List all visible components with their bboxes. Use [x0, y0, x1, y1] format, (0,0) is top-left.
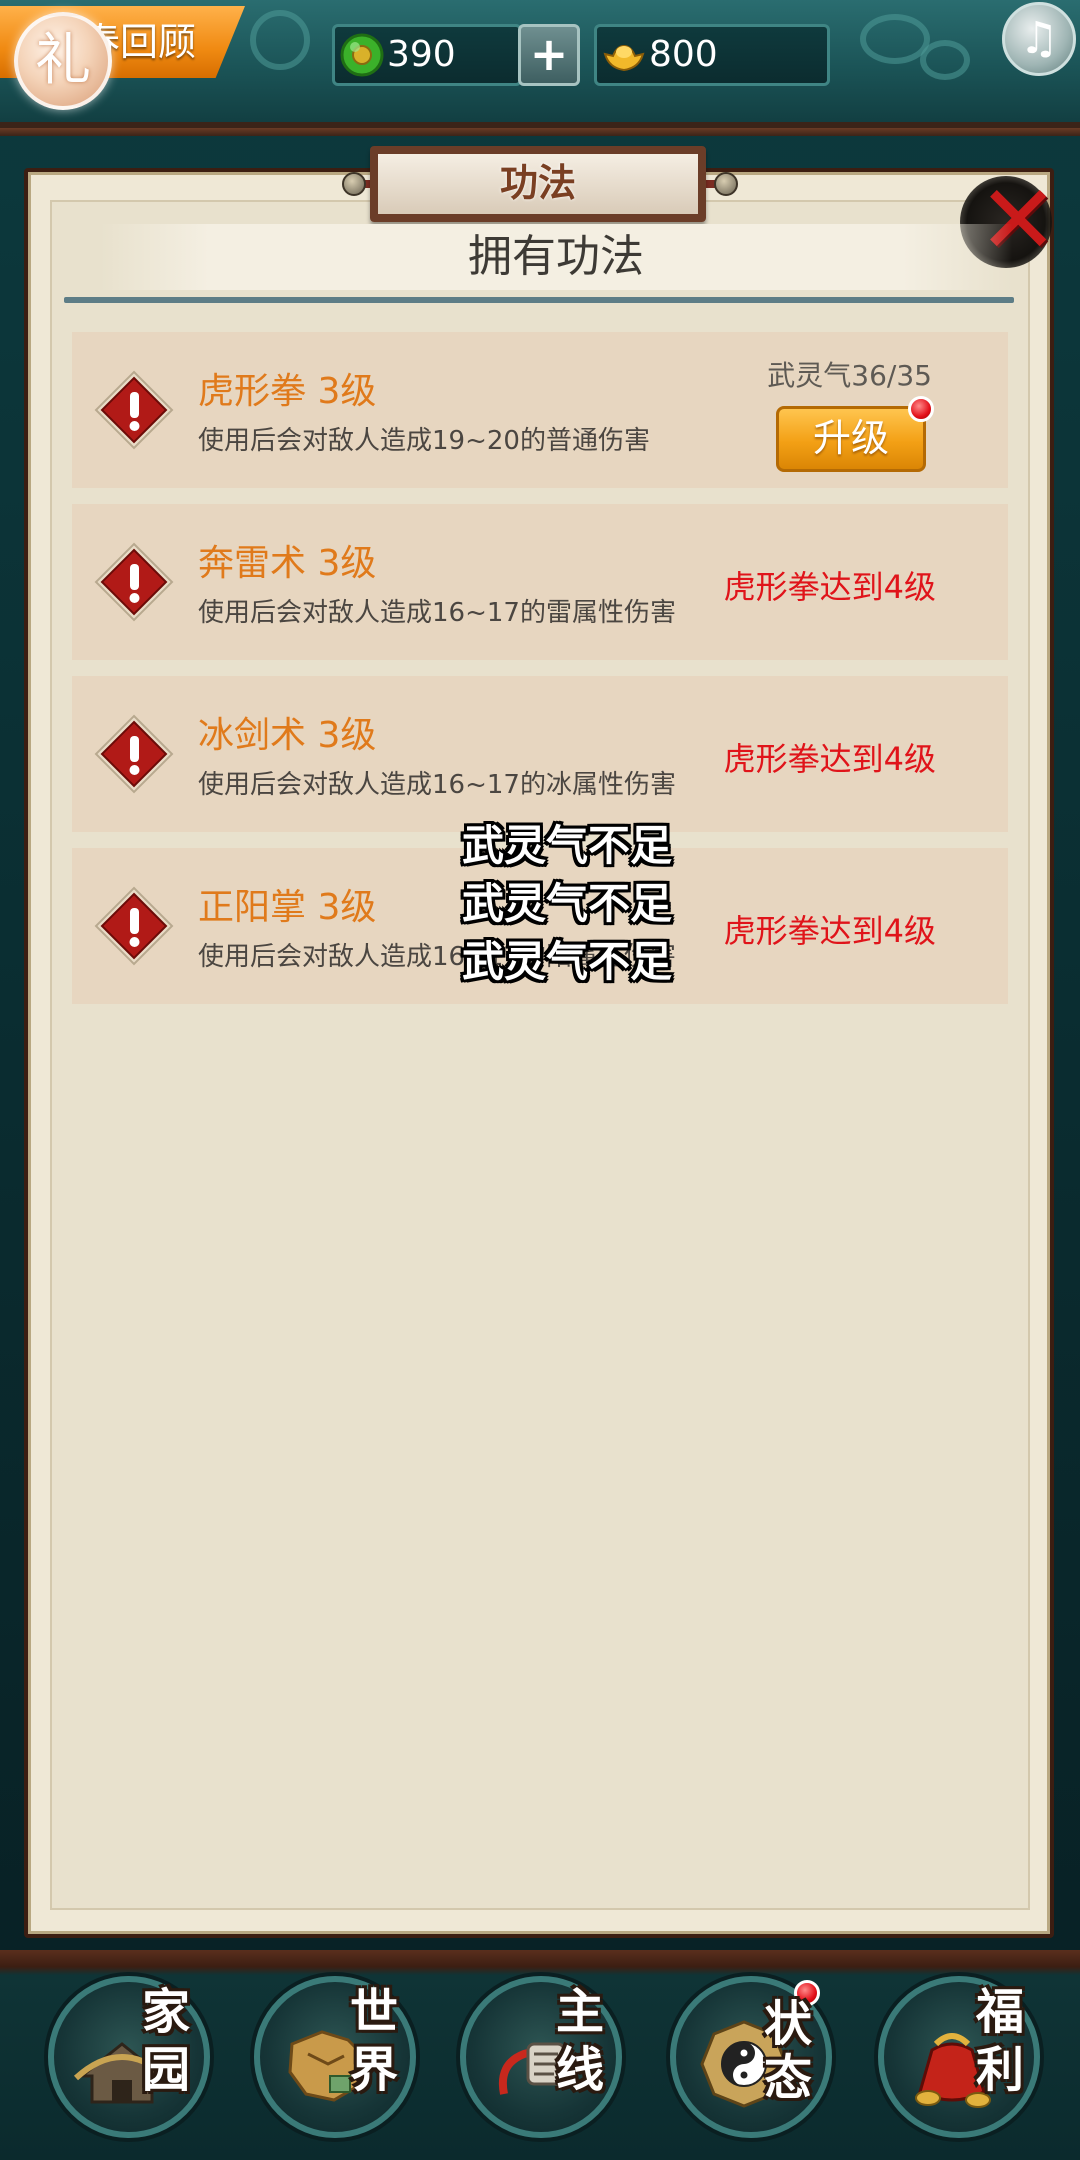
skill-requirement: 虎形拳达到4级: [723, 740, 936, 778]
skill-requirement: 虎形拳达到4级: [723, 912, 936, 950]
martial-qi-counter: 武灵气36/35: [767, 359, 932, 392]
decor-swirl: [920, 40, 970, 80]
gold-currency-display: 800: [594, 24, 830, 86]
nav-world-label-bottom: 界: [349, 2042, 398, 2098]
skill-description: 使用后会对敌人造成16~17的冰属性伤害: [198, 770, 676, 800]
upgrade-label: 升级: [812, 416, 889, 460]
skill-name: 虎形拳 3级: [198, 371, 377, 412]
gift-icon[interactable]: 礼: [14, 12, 112, 110]
jade-coin-icon: [340, 33, 384, 77]
gold-amount: 800: [649, 34, 718, 75]
warning-icon: [94, 886, 174, 966]
plaque-knob-left: [342, 172, 366, 196]
jade-currency-display: 390: [332, 24, 522, 86]
insufficient-qi-toast: 武灵气不足: [462, 879, 673, 928]
upgrade-button[interactable]: 升级: [776, 406, 926, 472]
skill-description: 使用后会对敌人造成16~17的雷属性伤害: [198, 598, 676, 628]
nav-world-label-top: 世: [349, 1984, 398, 2040]
gold-ingot-icon: [603, 44, 645, 72]
nav-status-label-top: 状: [763, 1996, 812, 2052]
jade-amount: 390: [387, 34, 456, 75]
panel-title: 功法: [370, 146, 706, 222]
insufficient-qi-toast: 武灵气不足: [462, 937, 673, 986]
insufficient-qi-toast: 武灵气不足: [462, 821, 673, 870]
notification-dot: [908, 396, 934, 422]
add-currency-button[interactable]: +: [518, 24, 580, 86]
skill-row[interactable]: 虎形拳 3级 使用后会对敌人造成19~20的普通伤害 武灵气36/35 升级: [72, 332, 1008, 488]
nav-welfare-label-top: 福: [975, 1984, 1024, 2040]
skill-row[interactable]: 冰剑术 3级 使用后会对敌人造成16~17的冰属性伤害 虎形拳达到4级: [72, 676, 1008, 832]
skill-name: 奔雷术 3级: [198, 543, 377, 584]
warning-icon: [94, 542, 174, 622]
plaque-knob-right: [714, 172, 738, 196]
warning-icon: [94, 370, 174, 450]
warning-icon: [94, 714, 174, 794]
nav-home-label-top: 家: [141, 1984, 190, 2040]
skill-name: 正阳掌 3级: [198, 887, 377, 928]
music-toggle-button[interactable]: ♫: [1002, 2, 1076, 76]
nav-main-quest-label-top: 主: [555, 1984, 604, 2040]
decor-swirl: [250, 10, 310, 70]
section-divider: [64, 297, 1014, 303]
music-note-icon: ♫: [1019, 13, 1059, 64]
nav-main-quest-label-bottom: 线: [555, 2042, 604, 2098]
plus-icon: +: [529, 27, 569, 81]
skill-description: 使用后会对敌人造成19~20的普通伤害: [198, 426, 650, 456]
nav-welfare-label-bottom: 利: [975, 2042, 1024, 2098]
gift-icon-glyph: 礼: [35, 28, 91, 93]
nav-home-label-bottom: 园: [141, 2042, 190, 2098]
skill-requirement: 虎形拳达到4级: [723, 568, 936, 606]
skill-row[interactable]: 奔雷术 3级 使用后会对敌人造成16~17的雷属性伤害 虎形拳达到4级: [72, 504, 1008, 660]
skill-name: 冰剑术 3级: [198, 715, 377, 756]
section-header: 拥有功法: [100, 224, 1012, 290]
nav-status-label-bottom: 态: [763, 2050, 812, 2106]
